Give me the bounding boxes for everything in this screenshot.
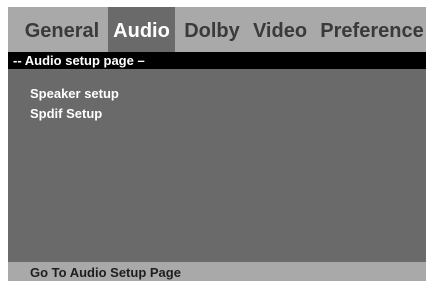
- page-title: -- Audio setup page –: [13, 53, 145, 68]
- tab-preference[interactable]: Preference: [318, 7, 426, 52]
- setup-menu: Speaker setup Spdif Setup: [30, 84, 119, 124]
- menu-item-speaker-setup[interactable]: Speaker setup: [30, 84, 119, 104]
- setup-screen: General Audio Dolby Video Preference -- …: [8, 7, 426, 281]
- tab-bar: General Audio Dolby Video Preference: [8, 7, 426, 52]
- menu-item-spdif-setup[interactable]: Spdif Setup: [30, 104, 119, 124]
- status-text: Go To Audio Setup Page: [30, 265, 181, 280]
- tab-general[interactable]: General: [16, 7, 108, 52]
- status-bar: Go To Audio Setup Page: [8, 262, 426, 281]
- tab-audio[interactable]: Audio: [108, 7, 175, 52]
- tab-video[interactable]: Video: [250, 7, 310, 52]
- page-header: -- Audio setup page –: [8, 52, 426, 69]
- tab-dolby[interactable]: Dolby: [180, 7, 244, 52]
